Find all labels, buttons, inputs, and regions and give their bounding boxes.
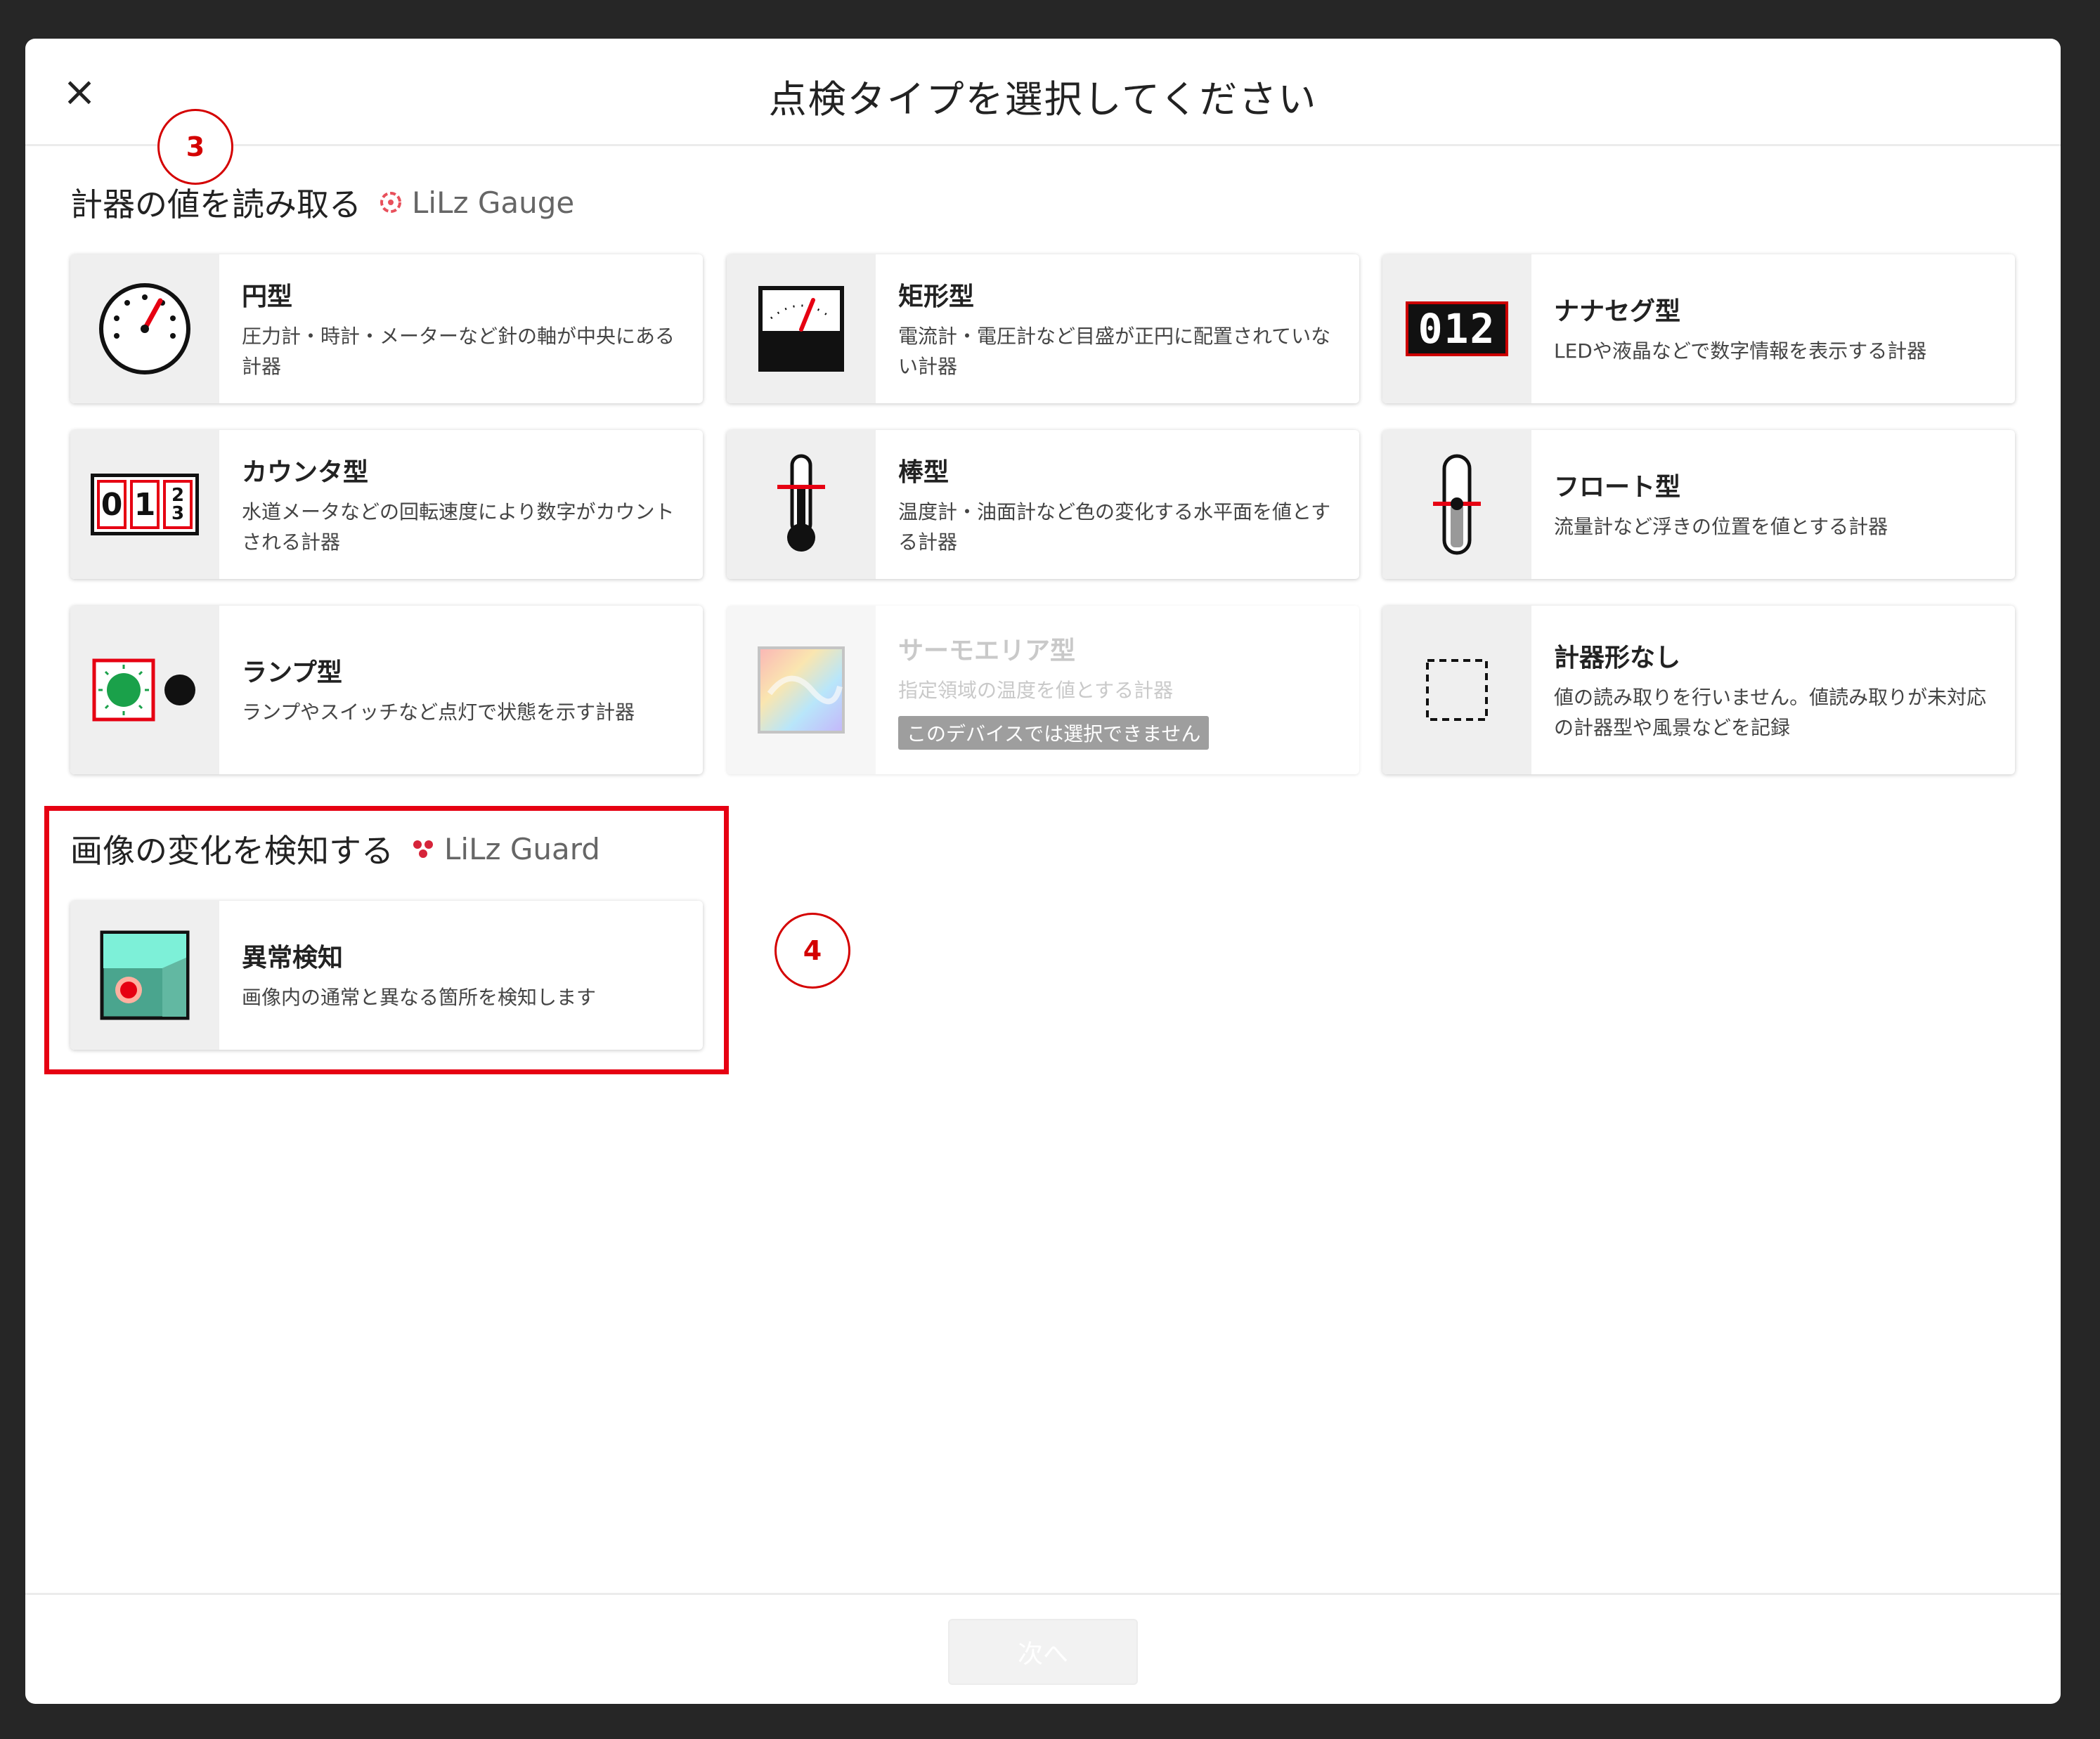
card-lamp-desc: ランプやスイッチなど点灯で状態を示す計器	[242, 701, 635, 724]
card-lamp[interactable]: ランプ型 ランプやスイッチなど点灯で状態を示す計器	[70, 606, 703, 774]
counter-icon: 0 1 2 3	[70, 430, 219, 579]
section-gauge-label: 計器の値を読み取る	[70, 185, 361, 223]
card-float-gauge-name: フロート型	[1554, 473, 1681, 502]
card-rect-gauge-desc: 電流計・電圧計など目盛が正円に配置されていない計器	[898, 324, 1331, 378]
card-anomaly-detection-name: 異常検知	[242, 944, 344, 973]
rect-gauge-icon	[727, 254, 876, 403]
lilz-guard-brand-text: LiLz Guard	[444, 831, 600, 866]
no-gauge-icon	[1382, 606, 1531, 774]
counter-digit-2: 2	[171, 485, 185, 506]
card-counter-desc: 水道メータなどの回転速度により数字がカウントされる計器	[242, 500, 675, 554]
lilz-gauge-brand: LiLz Gauge	[377, 185, 574, 220]
anomaly-detection-icon	[70, 901, 219, 1050]
dialog-title: 点検タイプを選択してください	[768, 77, 1318, 122]
card-round-gauge-desc: 圧力計・時計・メーターなど針の軸が中央にある計器	[242, 324, 675, 378]
card-no-gauge-desc: 値の読み取りを行いません。値読み取りが未対応の計器型や風景などを記録	[1554, 685, 1987, 739]
counter-digit-1: 1	[130, 480, 160, 529]
card-thermal-area: サーモエリア型 指定領域の温度を値とする計器 このデバイスでは選択できません	[727, 606, 1359, 774]
card-bar-gauge-name: 棒型	[898, 457, 949, 487]
card-thermal-area-desc: 指定領域の温度を値とする計器	[898, 679, 1174, 703]
lilz-gauge-brand-text: LiLz Gauge	[412, 185, 575, 220]
card-seven-segment-name: ナナセグ型	[1554, 297, 1681, 327]
section-gauge-title: 計器の値を読み取る LiLz Gauge	[70, 179, 574, 226]
card-float-gauge[interactable]: フロート型 流量計など浮きの位置を値とする計器	[1382, 430, 2015, 579]
card-counter-name: カウンタ型	[242, 457, 369, 487]
card-lamp-name: ランプ型	[242, 658, 342, 688]
lamp-icon	[70, 606, 219, 774]
lilz-guard-logo-icon	[413, 840, 433, 858]
step-4-marker: 4	[774, 913, 850, 989]
card-round-gauge-name: 円型	[242, 282, 293, 311]
counter-digit-3: 3	[171, 503, 185, 524]
inspection-type-dialog: × 点検タイプを選択してください 3 計器の値を読み取る LiLz Gauge	[25, 39, 2061, 1704]
section-guard-title: 画像の変化を検知する LiLz Guard	[70, 826, 600, 872]
counter-digit-rolling: 2 3	[163, 480, 193, 529]
dialog-footer: 次へ	[25, 1593, 2061, 1704]
section-guard-label: 画像の変化を検知する	[70, 832, 394, 870]
seven-segment-icon: 012	[1382, 254, 1531, 403]
unavailable-badge: このデバイスでは選択できません	[898, 715, 1210, 750]
card-no-gauge-name: 計器形なし	[1554, 643, 1681, 672]
float-icon	[1382, 430, 1531, 579]
card-anomaly-detection[interactable]: 異常検知 画像内の通常と異なる箇所を検知します	[70, 901, 703, 1050]
thermometer-icon	[727, 430, 876, 579]
card-seven-segment[interactable]: 012 ナナセグ型 LEDや液晶などで数字情報を表示する計器	[1382, 254, 2015, 403]
card-rect-gauge-name: 矩形型	[898, 282, 975, 311]
step-3-marker: 3	[157, 109, 233, 185]
seven-segment-display: 012	[1406, 301, 1508, 356]
lilz-gauge-logo-icon	[380, 192, 401, 213]
card-bar-gauge[interactable]: 棒型 温度計・油面計など色の変化する水平面を値とする計器	[727, 430, 1359, 579]
card-rect-gauge[interactable]: 矩形型 電流計・電圧計など目盛が正円に配置されていない計器	[727, 254, 1359, 403]
card-float-gauge-desc: 流量計など浮きの位置を値とする計器	[1554, 515, 1888, 539]
card-seven-segment-desc: LEDや液晶などで数字情報を表示する計器	[1554, 339, 1927, 363]
lilz-guard-brand: LiLz Guard	[409, 832, 600, 866]
card-bar-gauge-desc: 温度計・油面計など色の変化する水平面を値とする計器	[898, 500, 1331, 554]
card-counter[interactable]: 0 1 2 3 カウンタ型 水道メータなどの回転速度により数字がカウントされる計…	[70, 430, 703, 579]
dialog-header: × 点検タイプを選択してください	[25, 39, 2061, 146]
counter-display: 0 1 2 3	[91, 474, 199, 535]
next-button[interactable]: 次へ	[948, 1619, 1138, 1685]
counter-digit-0: 0	[97, 480, 127, 529]
card-round-gauge[interactable]: 円型 圧力計・時計・メーターなど針の軸が中央にある計器	[70, 254, 703, 403]
round-gauge-icon	[70, 254, 219, 403]
card-no-gauge[interactable]: 計器形なし 値の読み取りを行いません。値読み取りが未対応の計器型や風景などを記録	[1382, 606, 2015, 774]
card-thermal-area-name: サーモエリア型	[898, 637, 1076, 666]
thermal-area-icon	[727, 606, 876, 774]
card-anomaly-detection-desc: 画像内の通常と異なる箇所を検知します	[242, 986, 597, 1010]
